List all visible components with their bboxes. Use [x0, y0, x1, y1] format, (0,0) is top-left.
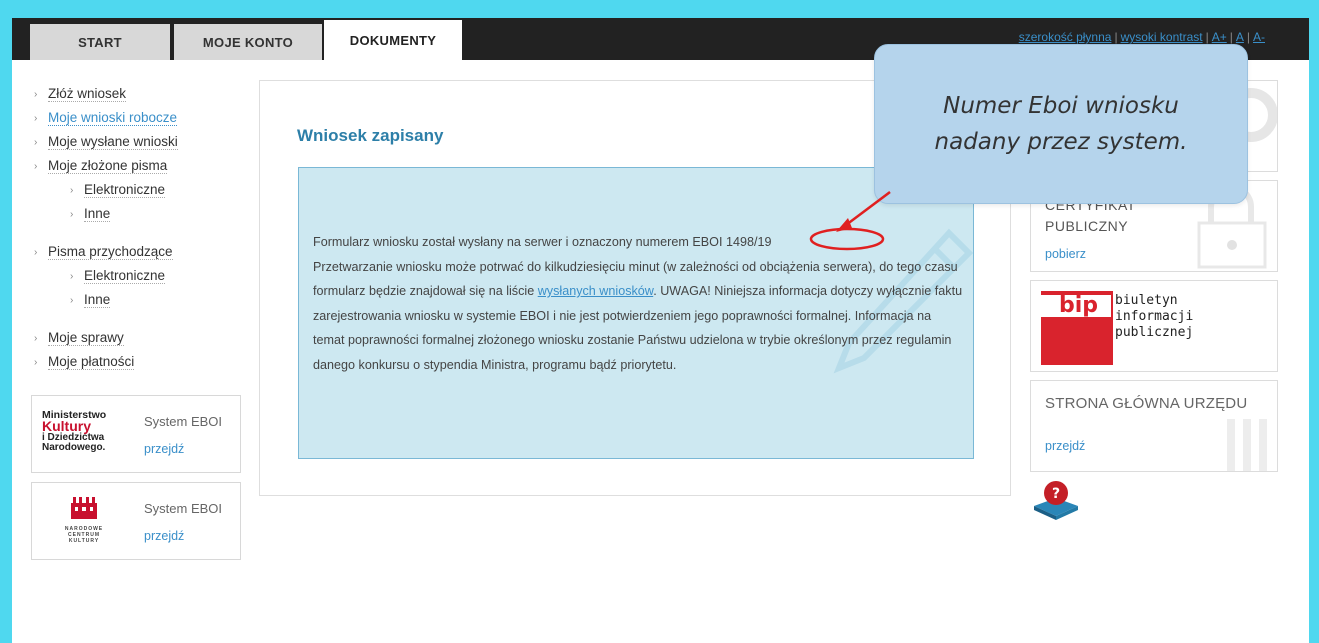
highlight-ellipse — [809, 227, 885, 251]
annotation-overlay — [809, 191, 891, 251]
